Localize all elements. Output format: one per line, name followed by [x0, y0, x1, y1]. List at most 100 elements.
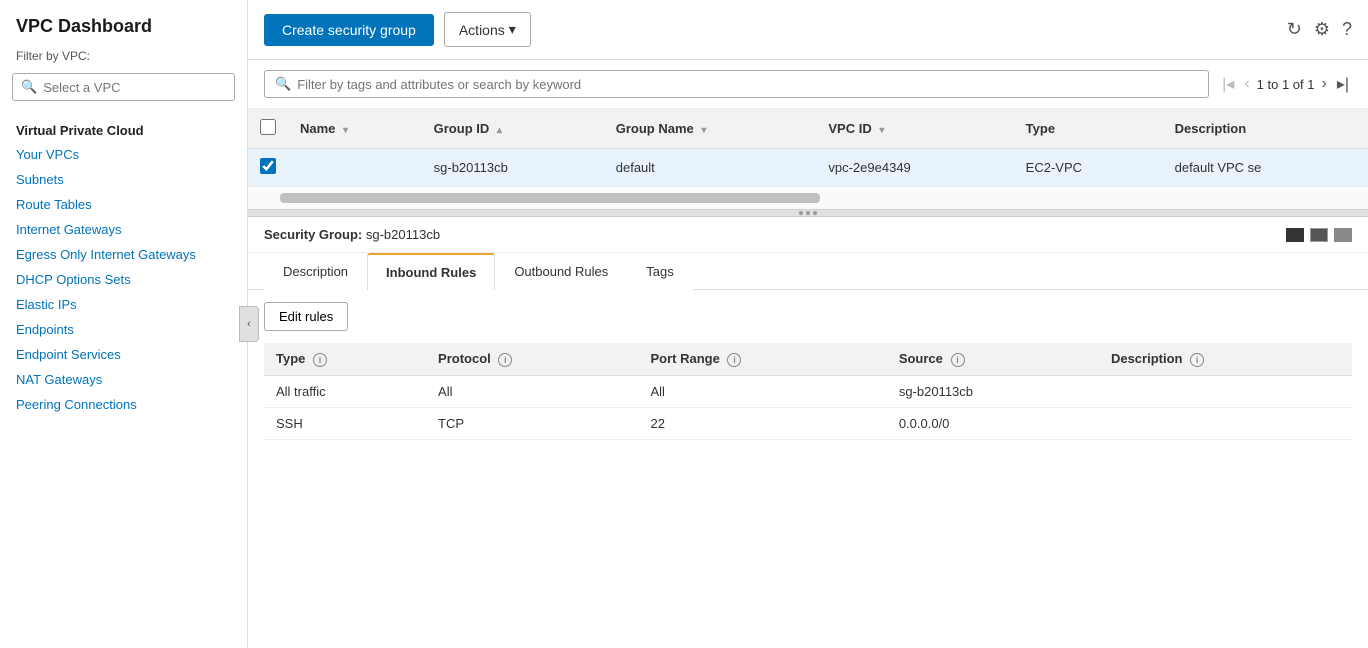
col-vpc-id[interactable]: VPC ID ▾ [816, 109, 1013, 149]
security-group-id: sg-b20113cb [366, 227, 440, 242]
sidebar: VPC Dashboard Filter by VPC: 🔍 Select a … [0, 0, 248, 648]
view-icon-split[interactable] [1310, 228, 1328, 242]
search-input[interactable] [297, 77, 1198, 92]
resize-dot-2 [806, 211, 810, 215]
tab-inbound-rules[interactable]: Inbound Rules [367, 253, 495, 290]
details-title: Security Group: sg-b20113cb [264, 227, 440, 242]
page-last-button[interactable]: ▸| [1334, 74, 1352, 94]
tab-outbound-rules[interactable]: Outbound Rules [495, 253, 627, 290]
rules-col-protocol: Protocol i [426, 343, 638, 375]
page-prev-button[interactable]: ‹ [1241, 75, 1252, 93]
rules-col-port-label: Port Range [650, 351, 719, 366]
sidebar-item-endpoint-services[interactable]: Endpoint Services [0, 342, 247, 367]
vpc-select[interactable]: 🔍 Select a VPC [12, 73, 235, 101]
actions-label: Actions [459, 22, 505, 38]
col-type[interactable]: Type [1014, 109, 1163, 149]
col-name-sort-icon: ▾ [343, 125, 348, 136]
security-groups-table: Name ▾ Group ID ▴ Group Name ▾ VPC ID ▾ [248, 109, 1368, 187]
col-group-id[interactable]: Group ID ▴ [422, 109, 604, 149]
sidebar-item-endpoints[interactable]: Endpoints [0, 317, 247, 342]
create-security-group-button[interactable]: Create security group [264, 14, 434, 46]
help-icon[interactable]: ? [1342, 19, 1352, 40]
rules-col-protocol-label: Protocol [438, 351, 491, 366]
row-checkbox[interactable] [260, 158, 276, 174]
col-group-name-sort-icon: ▾ [701, 125, 706, 136]
resize-dots [799, 211, 817, 215]
rules-desc-info-icon[interactable]: i [1190, 353, 1204, 367]
row-group-id: sg-b20113cb [422, 149, 604, 187]
rules-source-info-icon[interactable]: i [951, 353, 965, 367]
col-group-name[interactable]: Group Name ▾ [604, 109, 817, 149]
edit-rules-button[interactable]: Edit rules [264, 302, 348, 331]
refresh-icon[interactable]: ↻ [1287, 19, 1302, 40]
rules-col-desc-label: Description [1111, 351, 1183, 366]
toolbar: Create security group Actions ▾ ↻ ⚙ ? [248, 0, 1368, 60]
rule-1-port: All [638, 375, 886, 407]
details-panel: Security Group: sg-b20113cb Description … [248, 217, 1368, 648]
rules-col-description: Description i [1099, 343, 1352, 375]
security-group-label: Security Group: [264, 227, 362, 242]
rules-col-type-label: Type [276, 351, 305, 366]
resize-dot-1 [799, 211, 803, 215]
col-vpc-id-sort-icon: ▾ [879, 125, 884, 136]
search-bar-row: 🔍 |◂ ‹ 1 to 1 of 1 › ▸| [248, 60, 1368, 109]
rules-col-type: Type i [264, 343, 426, 375]
row-type: EC2-VPC [1014, 149, 1163, 187]
sidebar-item-peering-connections[interactable]: Peering Connections [0, 392, 247, 417]
rule-2-type: SSH [264, 407, 426, 439]
rule-row-2[interactable]: SSH TCP 22 0.0.0.0/0 [264, 407, 1352, 439]
tab-tags[interactable]: Tags [627, 253, 692, 290]
view-icons [1286, 228, 1352, 242]
col-name[interactable]: Name ▾ [288, 109, 422, 149]
col-group-id-label: Group ID [434, 121, 490, 136]
sidebar-item-nat-gateways[interactable]: NAT Gateways [0, 367, 247, 392]
rules-type-info-icon[interactable]: i [313, 353, 327, 367]
rules-col-source-label: Source [899, 351, 943, 366]
vpc-placeholder: Select a VPC [43, 80, 120, 95]
sidebar-item-internet-gateways[interactable]: Internet Gateways [0, 217, 247, 242]
rule-1-type: All traffic [264, 375, 426, 407]
col-group-name-label: Group Name [616, 121, 694, 136]
rules-protocol-info-icon[interactable]: i [498, 353, 512, 367]
pagination: |◂ ‹ 1 to 1 of 1 › ▸| [1219, 74, 1352, 94]
rule-row-1[interactable]: All traffic All All sg-b20113cb [264, 375, 1352, 407]
col-description[interactable]: Description [1163, 109, 1368, 149]
sidebar-section-title: Virtual Private Cloud [0, 115, 247, 142]
sidebar-item-elastic-ips[interactable]: Elastic IPs [0, 292, 247, 317]
details-header: Security Group: sg-b20113cb [248, 217, 1368, 253]
details-tabs: Description Inbound Rules Outbound Rules… [248, 253, 1368, 290]
col-type-label: Type [1026, 121, 1055, 136]
page-next-button[interactable]: › [1318, 75, 1329, 93]
view-icon-compact[interactable] [1334, 228, 1352, 242]
sidebar-item-dhcp[interactable]: DHCP Options Sets [0, 267, 247, 292]
row-checkbox-cell [248, 149, 288, 187]
row-description: default VPC se [1163, 149, 1368, 187]
actions-button[interactable]: Actions ▾ [444, 12, 531, 47]
row-name [288, 149, 422, 187]
sidebar-item-subnets[interactable]: Subnets [0, 167, 247, 192]
view-icon-full[interactable] [1286, 228, 1304, 242]
rules-port-info-icon[interactable]: i [727, 353, 741, 367]
table-row[interactable]: sg-b20113cb default vpc-2e9e4349 EC2-VPC… [248, 149, 1368, 187]
pagination-text: 1 to 1 of 1 [1257, 77, 1315, 92]
resize-divider[interactable] [248, 209, 1368, 217]
search-input-wrap: 🔍 [264, 70, 1209, 98]
tab-description[interactable]: Description [264, 253, 367, 290]
select-all-checkbox[interactable] [260, 119, 276, 135]
sidebar-item-route-tables[interactable]: Route Tables [0, 192, 247, 217]
main-content: Create security group Actions ▾ ↻ ⚙ ? 🔍 … [248, 0, 1368, 648]
rules-section: Edit rules Type i Protocol i Port Ran [248, 290, 1368, 648]
vpc-search-icon: 🔍 [21, 79, 37, 95]
resize-dot-3 [813, 211, 817, 215]
sidebar-item-your-vpcs[interactable]: Your VPCs [0, 142, 247, 167]
rule-2-protocol: TCP [426, 407, 638, 439]
page-first-button[interactable]: |◂ [1219, 74, 1237, 94]
horizontal-scrollbar[interactable] [280, 193, 820, 203]
sidebar-collapse-toggle[interactable]: ‹ [239, 306, 259, 342]
rule-1-source: sg-b20113cb [887, 375, 1099, 407]
rule-2-port: 22 [638, 407, 886, 439]
col-name-label: Name [300, 121, 335, 136]
app-title: VPC Dashboard [0, 16, 247, 45]
sidebar-item-egress-gateways[interactable]: Egress Only Internet Gateways [0, 242, 247, 267]
gear-icon[interactable]: ⚙ [1314, 19, 1330, 40]
